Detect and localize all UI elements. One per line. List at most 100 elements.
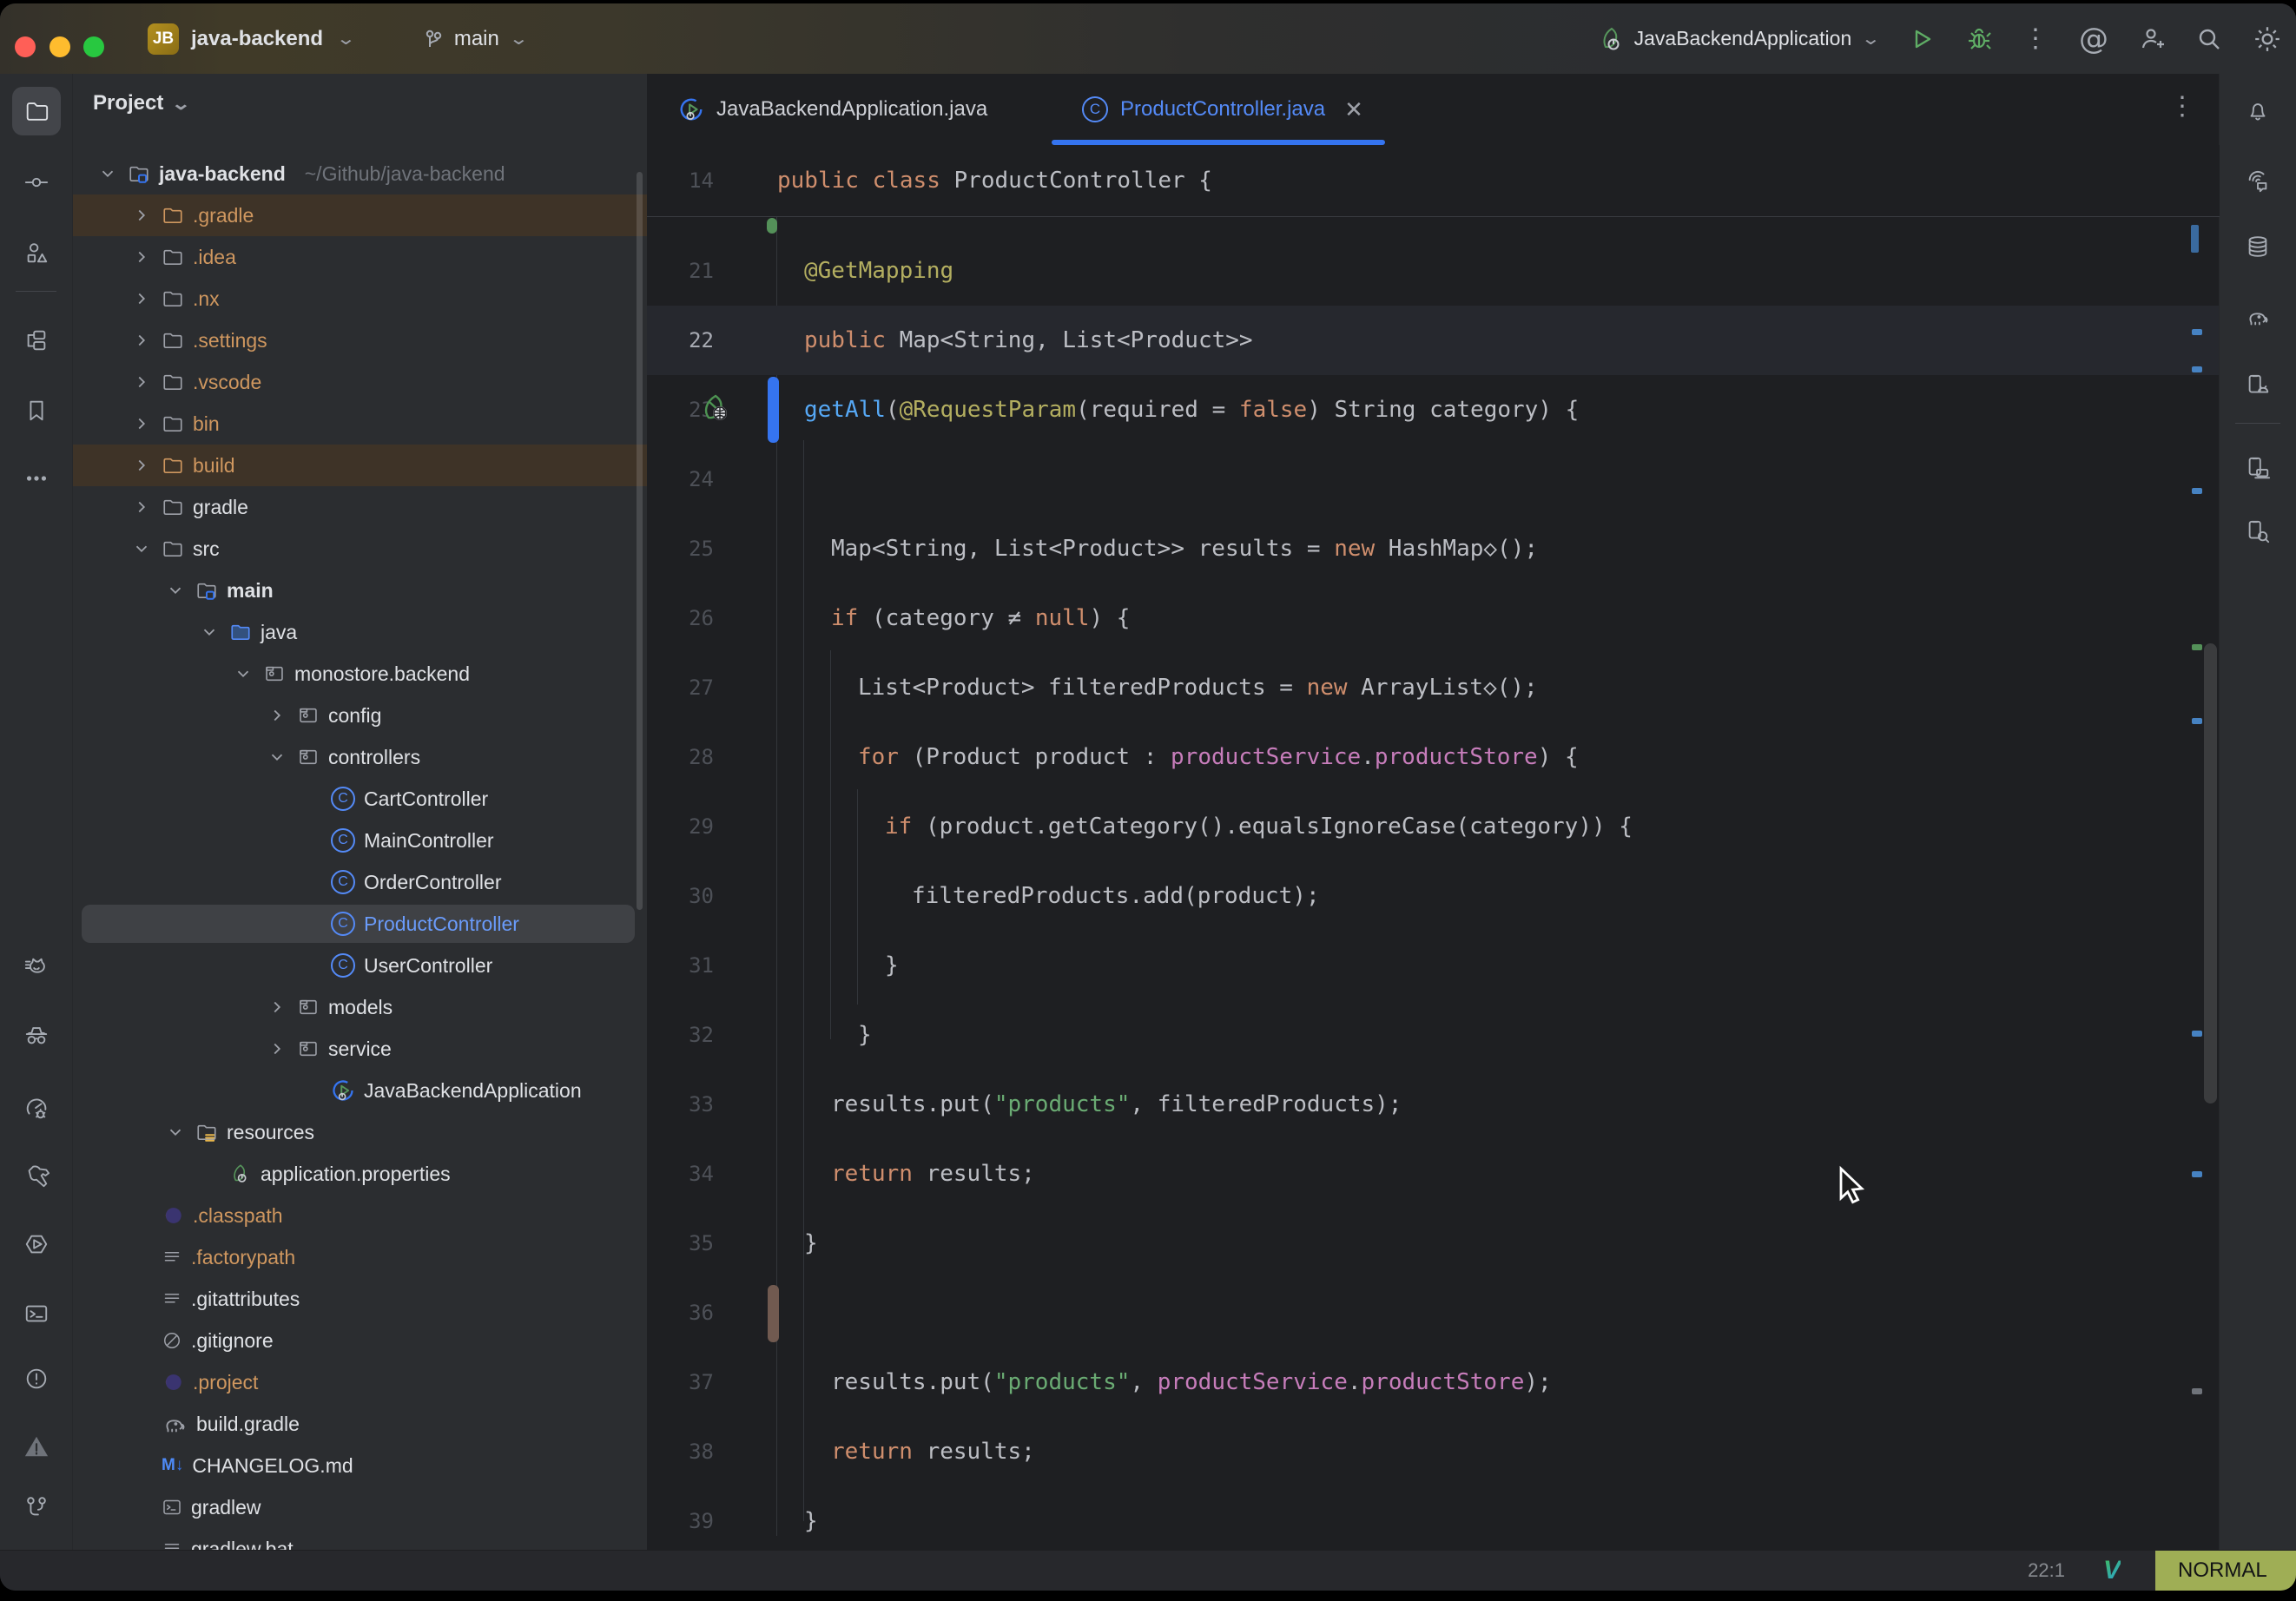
ideavim-icon[interactable]: V <box>2103 1556 2121 1585</box>
line-number[interactable]: 30 <box>669 884 714 908</box>
tree-item-gradlew[interactable]: gradlew <box>73 1486 647 1528</box>
tree-item-gradle[interactable]: gradle <box>73 486 647 528</box>
error-stripe-mark[interactable] <box>2192 1171 2202 1177</box>
line-number[interactable]: 33 <box>669 1092 714 1117</box>
code-line-37[interactable]: 37results.put("products", productService… <box>647 1347 2220 1417</box>
tree-item-monostore-backend[interactable]: monostore.backend <box>73 653 647 695</box>
code-line-24[interactable]: 24 <box>647 445 2220 514</box>
caret-position[interactable]: 22:1 <box>2028 1559 2065 1582</box>
tree-item--gitattributes[interactable]: .gitattributes <box>73 1278 647 1320</box>
build-tool-icon[interactable] <box>12 1151 61 1200</box>
code-text[interactable]: } <box>885 952 899 978</box>
code-line-36[interactable]: 36 <box>647 1278 2220 1347</box>
search-everywhere-icon[interactable] <box>2195 25 2223 53</box>
tree-item-java-backend[interactable]: java-backend~/Github/java-backend <box>73 153 647 194</box>
editor-scrollbar[interactable] <box>2204 643 2217 1104</box>
code-line-34[interactable]: 34return results; <box>647 1139 2220 1209</box>
line-number[interactable]: 35 <box>669 1231 714 1255</box>
tree-item-gradlew-bat[interactable]: gradlew.bat <box>73 1528 647 1551</box>
code-text[interactable]: results.put("products", filteredProducts… <box>831 1091 1402 1117</box>
tree-chevron-icon[interactable] <box>130 456 153 475</box>
project-tool-icon[interactable] <box>12 87 61 135</box>
tree-item-usercontroller[interactable]: CUserController <box>73 945 647 986</box>
more-tool-icon[interactable] <box>12 454 61 503</box>
incognito-tool-icon[interactable] <box>12 1011 61 1059</box>
line-number[interactable]: 28 <box>669 745 714 769</box>
error-stripe-mark[interactable] <box>2192 366 2202 372</box>
settings-gear-icon[interactable] <box>2253 24 2282 54</box>
structure-tool-icon[interactable] <box>12 228 61 277</box>
code-line-26[interactable]: 26 if (category ≠ null) { <box>647 583 2220 653</box>
database-tool-icon[interactable] <box>2233 222 2282 271</box>
project-panel-header[interactable]: Project ⌄ <box>93 91 188 115</box>
tab-options-icon[interactable]: ⋮ <box>2169 91 2195 122</box>
code-line-32[interactable]: 32} <box>647 1000 2220 1070</box>
debug-button[interactable] <box>1965 25 1993 53</box>
code-line-23[interactable]: 23getAll(@RequestParam(required = false)… <box>647 375 2220 445</box>
warnings-tool-icon[interactable] <box>12 1422 61 1471</box>
tree-item--project[interactable]: .project <box>73 1361 647 1403</box>
tree-item-models[interactable]: models <box>73 986 647 1028</box>
code-text[interactable]: if (product.getCategory().equalsIgnoreCa… <box>885 814 1633 840</box>
code-line-25[interactable]: 25 Map<String, List<Product>> results = n… <box>647 514 2220 583</box>
code-line-29[interactable]: 29if (product.getCategory().equalsIgnore… <box>647 792 2220 861</box>
code-text[interactable]: public class ProductController { <box>777 168 1212 194</box>
tree-item--settings[interactable]: .settings <box>73 320 647 361</box>
code-text[interactable]: @GetMapping <box>804 258 953 284</box>
code-text[interactable]: getAll(@RequestParam(required = false) S… <box>804 397 1579 423</box>
tree-chevron-icon[interactable] <box>232 664 254 683</box>
tree-chevron-icon[interactable] <box>130 206 153 225</box>
code-text[interactable]: } <box>804 1230 818 1256</box>
line-number[interactable]: 24 <box>669 467 714 491</box>
line-number[interactable]: 31 <box>669 953 714 978</box>
tree-chevron-icon[interactable] <box>266 1039 288 1058</box>
code-text[interactable]: Map<String, List<Product>> results = new… <box>831 536 1538 562</box>
tree-item-changelog-md[interactable]: M↓CHANGELOG.md <box>73 1445 647 1486</box>
line-number[interactable]: 39 <box>669 1509 714 1533</box>
line-number[interactable]: 22 <box>669 328 714 352</box>
project-tree-scrollbar[interactable] <box>637 172 643 910</box>
line-number[interactable]: 38 <box>669 1440 714 1464</box>
device-mirror-tool-icon[interactable] <box>2233 444 2282 492</box>
api-endpoint-icon[interactable] <box>699 392 732 428</box>
tree-item-build-gradle[interactable]: build.gradle <box>73 1403 647 1445</box>
tree-item--nx[interactable]: .nx <box>73 278 647 320</box>
tree-chevron-icon[interactable] <box>266 748 288 767</box>
terminal-tool-icon[interactable] <box>12 1289 61 1338</box>
tree-item-main[interactable]: main <box>73 570 647 611</box>
gradle-tool-icon[interactable] <box>2233 293 2282 341</box>
tree-item-build[interactable]: build <box>73 445 647 486</box>
tree-item-src[interactable]: src <box>73 528 647 570</box>
more-actions-button[interactable]: ⋮ <box>2022 23 2049 54</box>
line-number[interactable]: 36 <box>669 1301 714 1325</box>
line-number[interactable]: 25 <box>669 537 714 561</box>
line-number[interactable]: 26 <box>669 606 714 630</box>
tab-javabackendapplication[interactable]: JavaBackendApplication.java <box>678 74 987 145</box>
code-text[interactable]: public Map<String, List<Product>> <box>804 327 1253 353</box>
hierarchy-tool-icon[interactable] <box>12 316 61 365</box>
minimize-window-button[interactable] <box>49 36 70 57</box>
tree-chevron-icon[interactable] <box>130 414 153 433</box>
profiler-tool-icon[interactable] <box>12 1084 61 1133</box>
ai-assistant-toolbar-icon[interactable]: @ <box>2079 22 2108 56</box>
line-number[interactable]: 32 <box>669 1023 714 1047</box>
tree-item-ordercontroller[interactable]: COrderController <box>73 861 647 903</box>
tab-productcontroller[interactable]: C ProductController.java ✕ <box>1082 74 1363 145</box>
code-text[interactable]: } <box>804 1508 818 1534</box>
tree-chevron-icon[interactable] <box>130 497 153 517</box>
code-text[interactable]: List<Product> filteredProducts = new Arr… <box>858 675 1538 701</box>
tree-item-bin[interactable]: bin <box>73 403 647 445</box>
add-user-icon[interactable] <box>2138 25 2166 53</box>
branch-selector[interactable]: main ⌄ <box>421 27 526 51</box>
code-text[interactable]: filteredProducts.add(product); <box>912 883 1320 909</box>
code-line-33[interactable]: 33 results.put("products", filteredProduc… <box>647 1070 2220 1139</box>
tree-chevron-icon[interactable] <box>266 706 288 725</box>
tree-chevron-icon[interactable] <box>130 372 153 392</box>
tree-item-maincontroller[interactable]: CMainController <box>73 820 647 861</box>
tree-item--idea[interactable]: .idea <box>73 236 647 278</box>
tree-item-service[interactable]: service <box>73 1028 647 1070</box>
code-text[interactable]: if (category ≠ null) { <box>831 605 1130 631</box>
code-line-39[interactable]: 39} <box>647 1486 2220 1551</box>
tree-chevron-icon[interactable] <box>130 539 153 558</box>
cat-tool-icon[interactable] <box>12 944 61 992</box>
